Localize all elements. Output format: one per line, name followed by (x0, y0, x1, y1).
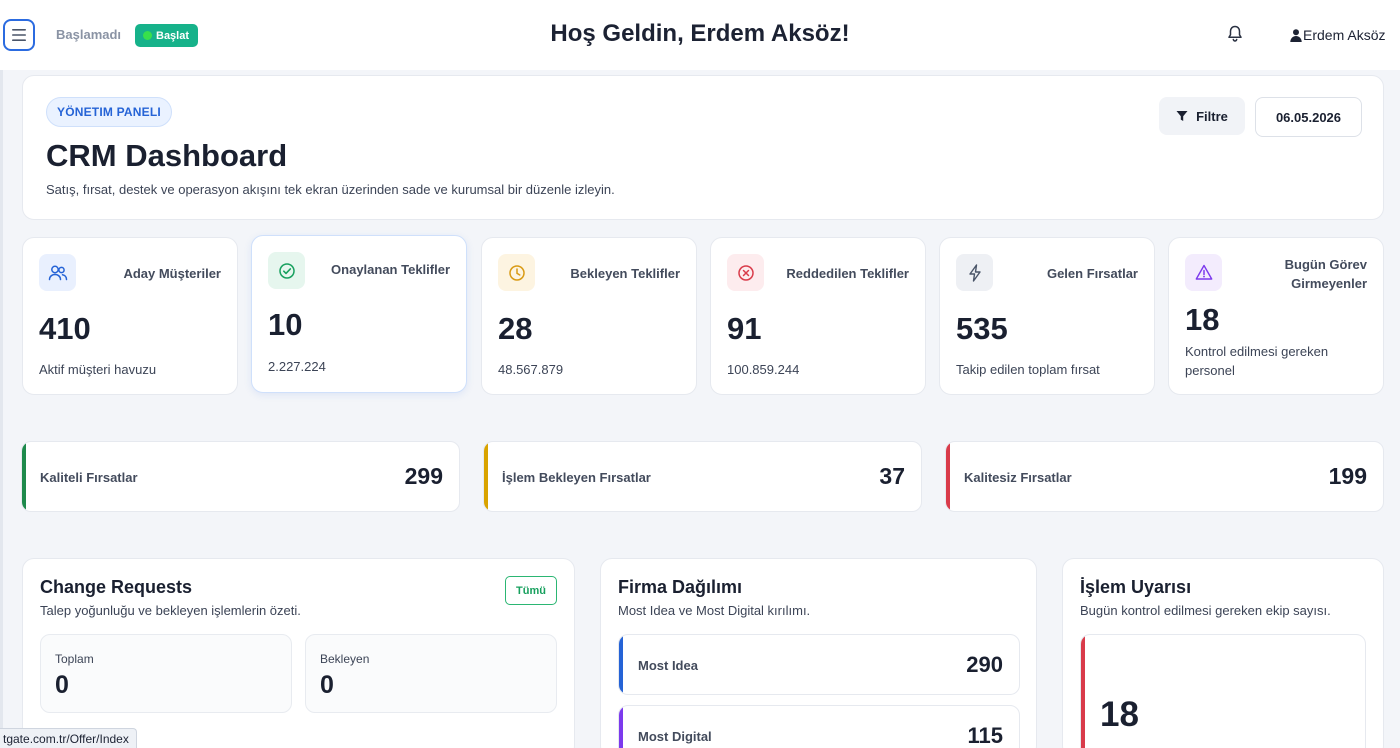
opportunity-label: İşlem Bekleyen Fırsatlar (502, 470, 651, 485)
stat-description: 48.567.879 (498, 362, 564, 377)
firm-row-most-digital[interactable]: Most Digital 115 (618, 705, 1020, 748)
top-bar: Başlamadı Başlat Hoş Geldin, Erdem Aksöz… (0, 0, 1400, 70)
quality-opportunities-card[interactable]: Kaliteli Fırsatlar 299 (21, 441, 460, 512)
firm-value: 115 (967, 723, 1004, 748)
x-circle-icon (727, 254, 764, 291)
stat-label: Reddedilen Teklifler (786, 266, 909, 281)
stat-description: Aktif müşteri havuzu (39, 362, 157, 377)
user-menu[interactable]: Erdem Aksöz (1290, 27, 1385, 43)
stat-description: Takip edilen toplam fırsat (956, 362, 1100, 377)
accent-bar (1081, 635, 1085, 748)
date-picker[interactable]: 06.05.2026 (1255, 97, 1362, 137)
users-icon (39, 254, 76, 291)
dashboard-header-card: YÖNETIM PANELI CRM Dashboard Satış, fırs… (22, 75, 1384, 220)
firm-label: Most Idea (638, 658, 698, 673)
panel-subtitle: Most Idea ve Most Digital kırılımı. (618, 603, 811, 618)
stat-description: 2.227.224 (268, 359, 326, 374)
bell-icon (1228, 25, 1242, 42)
panel-badge: YÖNETIM PANELI (46, 97, 172, 127)
total-requests-box: Toplam 0 (40, 634, 292, 713)
stat-card-incoming-opportunities[interactable]: Gelen Fırsatlar 535 Takip edilen toplam … (939, 237, 1155, 395)
stat-card-approved-offers[interactable]: Onaylanan Teklifler 10 2.227.224 (251, 235, 467, 393)
warning-count: 18 (1100, 695, 1139, 734)
mini-value: 0 (55, 671, 69, 699)
accent-bar (946, 442, 950, 511)
stat-value: 535 (956, 311, 1008, 346)
check-circle-icon (268, 252, 305, 289)
panel-subtitle: Talep yoğunluğu ve bekleyen işlemlerin ö… (40, 603, 301, 618)
stat-label: Gelen Fırsatlar (1046, 266, 1138, 281)
opportunity-count: 299 (404, 463, 443, 489)
panel-title: Firma Dağılımı (618, 577, 743, 597)
firm-distribution-panel: Firma Dağılımı Most Idea ve Most Digital… (600, 558, 1037, 748)
pending-opportunities-card[interactable]: İşlem Bekleyen Fırsatlar 37 (483, 441, 922, 512)
stat-card-rejected-offers[interactable]: Reddedilen Teklifler 91 100.859.244 (710, 237, 926, 395)
accent-bar (484, 442, 488, 511)
notification-button[interactable] (1227, 25, 1243, 48)
stat-description: Kontrol edilmesi gereken personel (1185, 344, 1329, 378)
panel-title: Change Requests (40, 577, 193, 597)
low-quality-opportunities-card[interactable]: Kalitesiz Fırsatlar 199 (945, 441, 1384, 512)
user-icon (1290, 28, 1302, 42)
stat-card-pending-offers[interactable]: Bekleyen Teklifler 28 48.567.879 (481, 237, 697, 395)
page-subtitle: Satış, fırsat, destek ve operasyon akışı… (46, 182, 615, 197)
accent-bar (619, 635, 623, 694)
left-edge (0, 0, 3, 748)
welcome-title: Hoş Geldin, Erdem Aksöz! (550, 20, 850, 47)
panel-title: İşlem Uyarısı (1080, 577, 1192, 597)
change-requests-panel: Change Requests Talep yoğunluğu ve bekle… (22, 558, 575, 748)
page-title: CRM Dashboard (46, 138, 288, 173)
accent-bar (619, 706, 623, 748)
filter-icon (1176, 111, 1188, 121)
accent-bar (22, 442, 26, 511)
firm-value: 290 (966, 652, 1003, 677)
stat-value: 18 (1185, 302, 1220, 337)
operation-warning-panel: İşlem Uyarısı Bugün kontrol edilmesi ger… (1062, 558, 1384, 748)
mini-value: 0 (320, 671, 334, 699)
firm-label: Most Digital (638, 729, 712, 744)
filter-button-label: Filtre (1196, 108, 1228, 124)
stat-value: 91 (727, 311, 762, 346)
clock-icon (498, 254, 535, 291)
opportunity-label: Kaliteli Fırsatlar (40, 470, 138, 485)
stat-card-leads[interactable]: Aday Müşteriler 410 Aktif müşteri havuzu (22, 237, 238, 395)
mini-label: Toplam (55, 652, 94, 666)
stat-value: 410 (39, 311, 91, 346)
filter-button[interactable]: Filtre (1159, 97, 1245, 135)
warning-icon (1185, 254, 1222, 291)
lightning-icon (956, 254, 993, 291)
status-bar-url: tgate.com.tr/Offer/Index (0, 728, 137, 748)
panel-subtitle: Bugün kontrol edilmesi gereken ekip sayı… (1080, 603, 1331, 618)
stat-card-no-task-today[interactable]: Bugün Görev Girmeyenler 18 Kontrol edilm… (1168, 237, 1384, 395)
stat-value: 10 (268, 307, 303, 342)
stat-value: 28 (498, 311, 533, 346)
stat-label: Onaylanan Teklifler (331, 262, 450, 277)
firm-row-most-idea[interactable]: Most Idea 290 (618, 634, 1020, 695)
view-all-button[interactable]: Tümü (505, 576, 557, 605)
mini-label: Bekleyen (320, 652, 370, 666)
stat-label: Bekleyen Teklifler (570, 266, 680, 281)
warning-count-box: 18 (1080, 634, 1366, 748)
opportunity-label: Kalitesiz Fırsatlar (964, 470, 1072, 485)
pending-requests-box: Bekleyen 0 (305, 634, 557, 713)
opportunity-count: 199 (1328, 463, 1367, 489)
user-name: Erdem Aksöz (1303, 27, 1386, 43)
opportunity-count: 37 (879, 463, 905, 489)
stat-label: Bugün Görev Girmeyenler (1284, 257, 1367, 291)
stat-description: 100.859.244 (727, 362, 800, 377)
stat-label: Aday Müşteriler (123, 266, 221, 281)
